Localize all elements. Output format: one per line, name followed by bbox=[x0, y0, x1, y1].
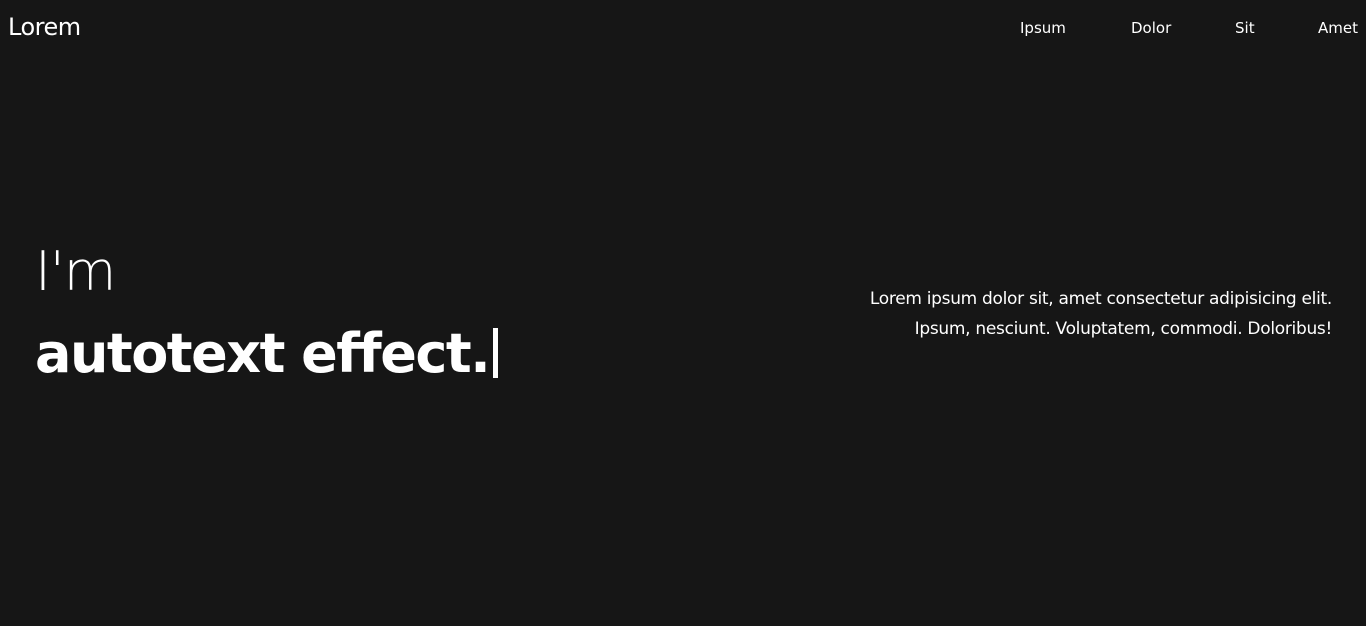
nav-item-sit[interactable]: Sit bbox=[1235, 18, 1255, 38]
top-navigation-bar: Lorem Ipsum Dolor Sit Amet bbox=[0, 0, 1366, 56]
description-line-2: Ipsum, nesciunt. Voluptatem, commodi. Do… bbox=[914, 319, 1333, 339]
nav-item-ipsum[interactable]: Ipsum bbox=[1020, 18, 1066, 38]
hero-heading: I'm autotext effect. bbox=[35, 236, 655, 390]
nav-item-amet[interactable]: Amet bbox=[1318, 18, 1358, 38]
hero-intro-text: I'm bbox=[35, 240, 116, 303]
description-line-1: Lorem ipsum dolor sit, amet consectetur … bbox=[869, 289, 1332, 309]
logo[interactable]: Lorem bbox=[8, 11, 81, 43]
hero-description: Lorem ipsum dolor sit, amet consectetur … bbox=[732, 284, 1332, 344]
hero-autotext-line: autotext effect. bbox=[35, 318, 655, 390]
nav-item-dolor[interactable]: Dolor bbox=[1131, 18, 1171, 38]
hero-autotext: autotext effect. bbox=[35, 322, 491, 385]
typing-cursor bbox=[493, 328, 499, 378]
